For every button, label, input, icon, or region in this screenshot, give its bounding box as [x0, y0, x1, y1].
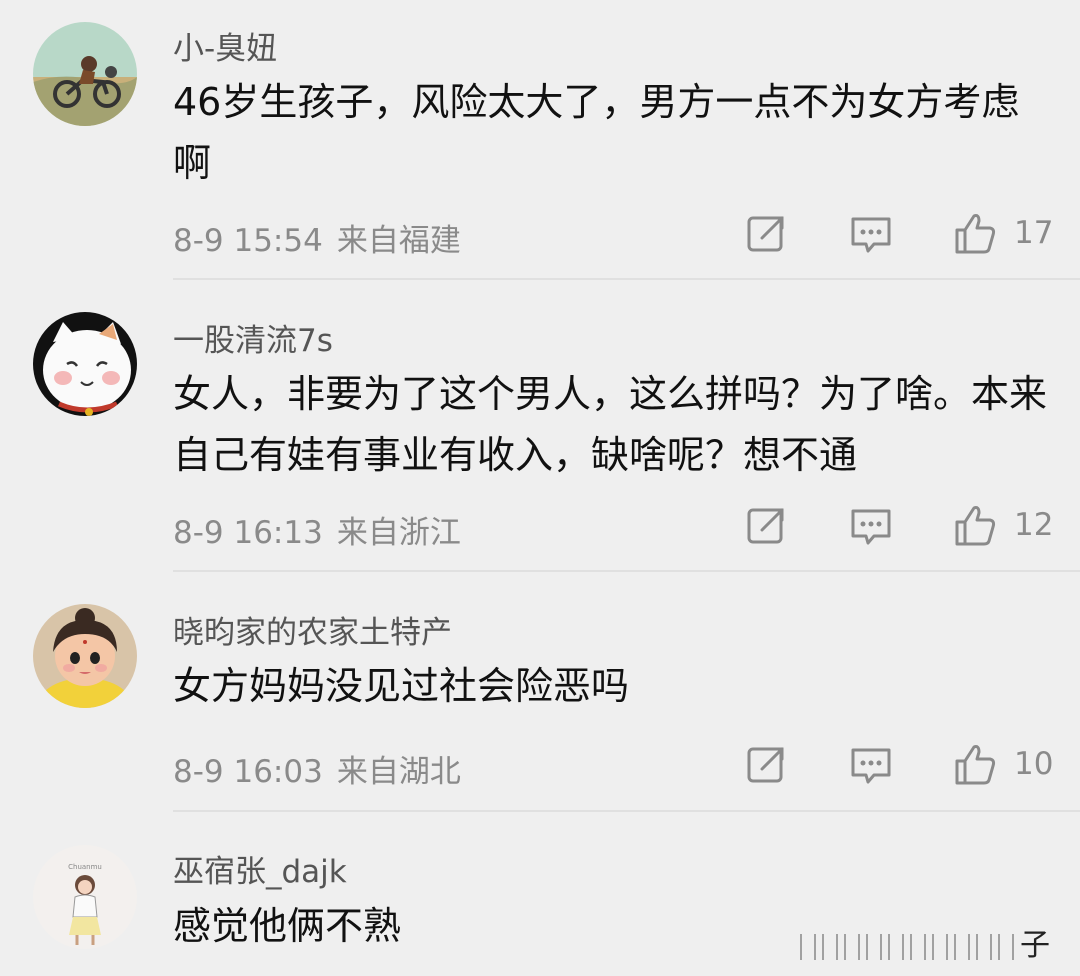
share-icon	[747, 216, 784, 252]
like-count: 12	[1014, 507, 1054, 543]
like-button[interactable]	[952, 742, 998, 788]
like-button[interactable]	[952, 211, 998, 257]
comment-icon	[851, 217, 891, 253]
divider	[173, 810, 1080, 812]
reply-button[interactable]	[848, 503, 894, 549]
comment-meta: 8-9 16:13 来自浙江	[173, 507, 461, 552]
comment-text: 女人，非要为了这个男人，这么拼吗？为了啥。本来自己有娃有事业有收入，缺啥呢？想不…	[173, 372, 1048, 477]
thumbs-up-icon	[955, 214, 996, 254]
user-avatar[interactable]	[33, 604, 137, 708]
comment-time: 8-9 16:13	[173, 515, 323, 551]
reply-button[interactable]	[848, 211, 894, 257]
thumbs-up-icon	[955, 745, 996, 785]
svg-text:Chuanmu: Chuanmu	[68, 863, 102, 871]
watermark-mark	[976, 933, 992, 960]
comment-time: 8-9 15:54	[173, 223, 323, 259]
share-icon	[747, 747, 784, 783]
user-avatar[interactable]: Chuanmu	[33, 845, 137, 949]
watermark-text: 子	[1020, 928, 1050, 963]
share-button[interactable]	[744, 503, 790, 549]
watermark-mark	[822, 933, 838, 960]
like-count: 10	[1014, 746, 1054, 782]
username[interactable]: 小-臭妞	[173, 23, 277, 68]
watermark-mark	[866, 933, 882, 960]
comment-time: 8-9 16:03	[173, 754, 323, 790]
divider	[173, 278, 1080, 280]
comment-location: 来自福建	[336, 223, 461, 259]
sketch-girl-avatar-icon: Chuanmu	[33, 845, 137, 949]
reply-button[interactable]	[848, 742, 894, 788]
motorcycle-rider-avatar-icon	[33, 22, 137, 126]
like-button[interactable]	[952, 503, 998, 549]
comment-text: 女方妈妈没见过社会险恶吗	[173, 664, 630, 708]
watermark-mark	[888, 933, 904, 960]
share-button[interactable]	[744, 211, 790, 257]
watermark: 子	[800, 920, 1055, 963]
user-avatar[interactable]	[33, 22, 137, 126]
watermark-mark	[910, 933, 926, 960]
username[interactable]: 晓昀家的农家土特产	[173, 607, 452, 652]
comment-icon	[851, 748, 891, 784]
comment-meta: 8-9 15:54 来自福建	[173, 215, 461, 260]
comment-text: 46岁生孩子，风险太大了，男方一点不为女方考虑啊	[173, 80, 1020, 185]
comment-location: 来自湖北	[336, 754, 461, 790]
watermark-mark	[800, 933, 816, 960]
watermark-mark	[998, 933, 1014, 960]
watermark-mark	[932, 933, 948, 960]
username[interactable]: 一股清流7s	[173, 315, 333, 360]
comment-location: 来自浙江	[336, 515, 461, 551]
lucky-cat-avatar-icon	[33, 312, 137, 416]
user-avatar[interactable]	[33, 312, 137, 416]
share-icon	[747, 508, 784, 544]
watermark-mark	[954, 933, 970, 960]
thumbs-up-icon	[955, 506, 996, 546]
username[interactable]: 巫宿张_dajk	[173, 846, 347, 891]
divider	[173, 570, 1080, 572]
comment-icon	[851, 509, 891, 545]
comment-meta: 8-9 16:03 来自湖北	[173, 746, 461, 791]
like-count: 17	[1014, 215, 1054, 251]
cartoon-girl-avatar-icon	[33, 604, 137, 708]
share-button[interactable]	[744, 742, 790, 788]
watermark-mark	[844, 933, 860, 960]
